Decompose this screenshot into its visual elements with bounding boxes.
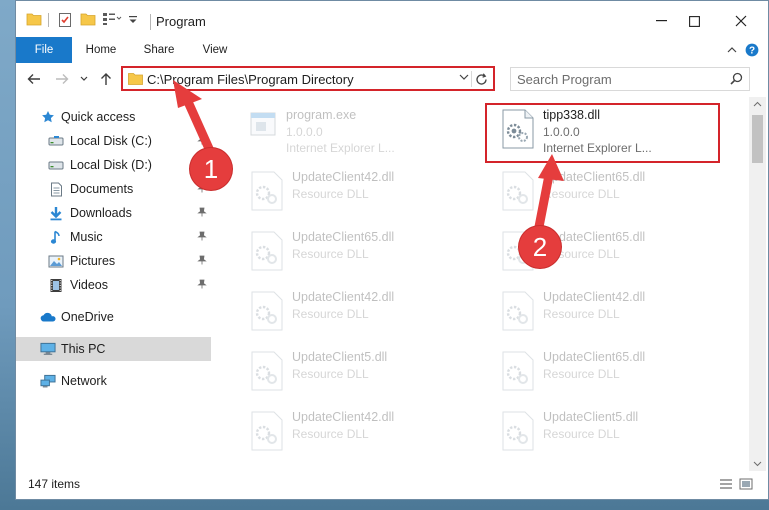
arrow-2-shaft xyxy=(533,165,555,237)
callout-badge-1: 1 xyxy=(190,148,232,190)
arrow-1-head xyxy=(173,80,202,108)
annotation-arrows xyxy=(173,80,564,237)
callout-badge-2: 2 xyxy=(519,226,561,268)
arrow-2-head xyxy=(538,154,564,181)
